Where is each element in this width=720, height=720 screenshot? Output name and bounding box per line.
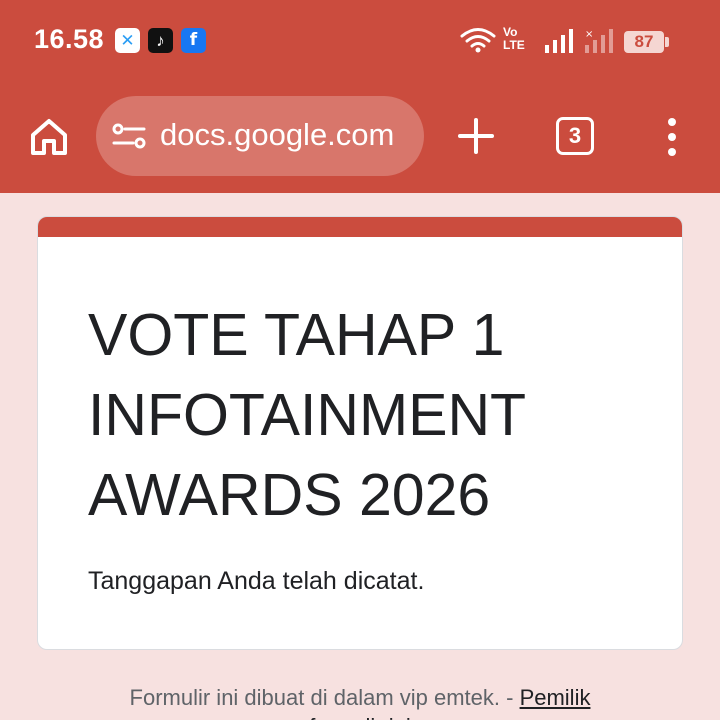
volte-indicator: Vo LTE <box>503 26 525 52</box>
owner-link[interactable]: Pemilik <box>520 685 591 710</box>
new-tab-icon[interactable] <box>457 117 495 155</box>
svg-text:×: × <box>585 29 593 40</box>
url-text: docs.google.com <box>160 117 395 152</box>
facebook-icon: f <box>181 28 206 53</box>
battery-level: 87 <box>624 31 664 53</box>
wifi-icon <box>460 28 496 53</box>
form-confirmation-card: VOTE TAHAP 1 INFOTAINMENT AWARDS 2026 Ta… <box>37 216 683 650</box>
card-accent-bar <box>38 217 682 237</box>
signal-icon <box>545 29 573 53</box>
address-bar[interactable]: docs.google.com <box>96 96 424 176</box>
form-footer: Formulir ini dibuat di dalam vip emtek. … <box>0 683 720 713</box>
tab-switcher-button[interactable]: 3 <box>556 117 594 155</box>
form-title-line: VOTE TAHAP 1 <box>88 302 505 368</box>
response-message: Tanggapan Anda telah dicatat. <box>88 567 425 595</box>
form-title-line: AWARDS 2026 <box>88 462 491 528</box>
home-icon[interactable] <box>27 115 71 159</box>
site-settings-icon[interactable] <box>112 122 146 150</box>
tiktok-icon: ♪ <box>148 28 173 53</box>
xl-app-icon: ✕ <box>115 28 140 53</box>
battery-nub <box>665 37 669 47</box>
form-title: VOTE TAHAP 1 INFOTAINMENT AWARDS 2026 <box>88 295 668 535</box>
status-bar: 16.58 ✕ ♪ f Vo LTE × 87 <box>0 0 720 82</box>
signal-weak-icon: × <box>585 29 613 53</box>
overflow-menu-icon[interactable] <box>660 117 684 157</box>
form-title-line: INFOTAINMENT <box>88 382 527 448</box>
status-time: 16.58 <box>34 24 105 54</box>
volte-bottom-label: LTE <box>503 38 525 52</box>
footer-text: Formulir ini dibuat di dalam vip emtek. … <box>129 685 520 710</box>
owner-link-continued[interactable]: formulir ini <box>0 712 720 720</box>
